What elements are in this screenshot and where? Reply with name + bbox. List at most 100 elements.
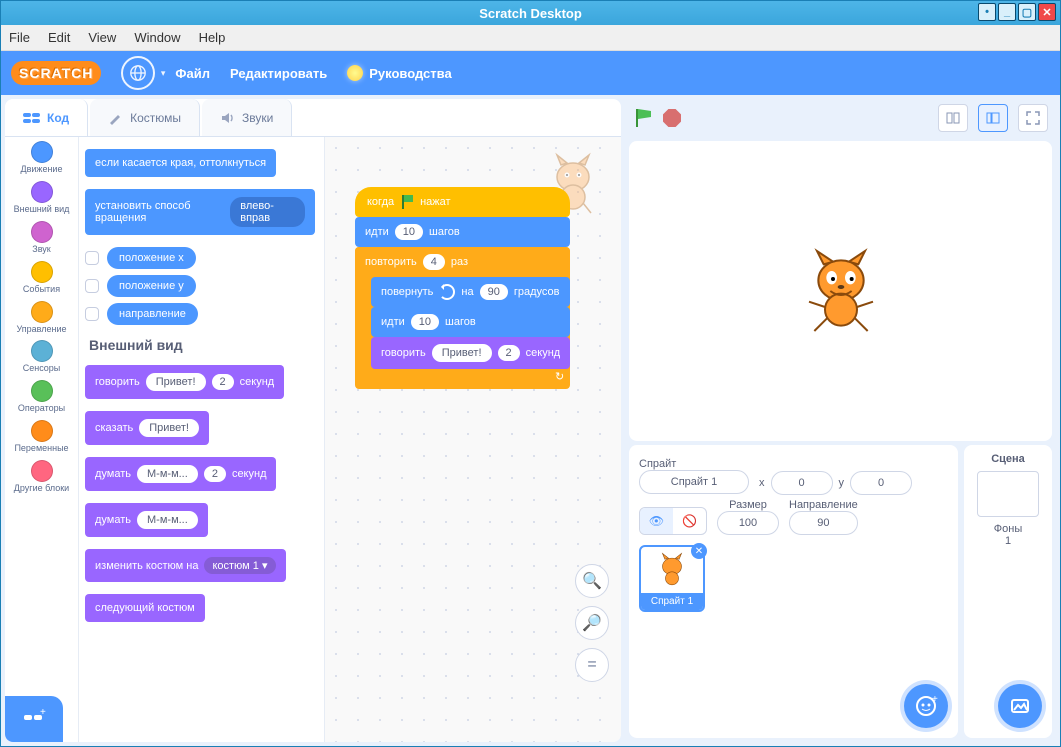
category-sensing[interactable]: Сенсоры: [5, 340, 78, 374]
block-think[interactable]: думать М-м-м...: [85, 503, 208, 537]
script-turn[interactable]: повернуть на 90 градусов: [371, 277, 570, 307]
add-extension-button[interactable]: +: [5, 696, 63, 742]
sprite-y-input[interactable]: 0: [850, 471, 912, 495]
rotation-style-dropdown[interactable]: влево-вправ: [230, 197, 305, 227]
lightbulb-icon: [347, 65, 363, 81]
category-sound[interactable]: Звук: [5, 221, 78, 255]
backdrop-count: 1: [968, 535, 1048, 547]
block-think-for[interactable]: думать М-м-м... 2 секунд: [85, 457, 276, 491]
block-next-costume[interactable]: следующий костюм: [85, 594, 205, 622]
globe-icon: [129, 64, 147, 82]
menu-file[interactable]: File: [9, 30, 30, 45]
zoom-reset-button[interactable]: =: [575, 648, 609, 682]
sprite-size-input[interactable]: 100: [717, 511, 779, 535]
block-bounce[interactable]: если касается края, оттолкнуться: [85, 149, 276, 177]
tab-code[interactable]: Код: [5, 99, 88, 136]
window-close-button[interactable]: ✕: [1038, 3, 1056, 21]
reporter-direction[interactable]: направление: [107, 303, 198, 325]
script-say[interactable]: говорить Привет! 2 секунд: [371, 337, 570, 369]
brush-icon: [108, 111, 124, 125]
script-canvas[interactable]: когда нажат идти 10 шагов повторить: [325, 137, 621, 742]
menu-window[interactable]: Window: [134, 30, 180, 45]
topbar-tutorials[interactable]: Руководства: [347, 65, 452, 81]
costume-dropdown[interactable]: костюм 1 ▾: [204, 557, 275, 574]
zoom-out-button[interactable]: 🔎: [575, 606, 609, 640]
show-sprite-button[interactable]: 👁: [640, 508, 673, 534]
fullscreen-button[interactable]: [1018, 104, 1048, 132]
window-maximize-button[interactable]: ▢: [1018, 3, 1036, 21]
stage-panel: Сцена Фоны 1: [964, 445, 1052, 738]
script-repeat[interactable]: повторить 4 раз повернуть на 90: [355, 247, 570, 389]
scene-title: Сцена: [968, 453, 1048, 465]
sprite-x-input[interactable]: 0: [771, 471, 833, 495]
category-variables[interactable]: Переменные: [5, 420, 78, 454]
reporter-x-position[interactable]: положение x: [107, 247, 196, 269]
repeat-arrow-icon: ↻: [555, 370, 564, 383]
window-minimize-button[interactable]: _: [998, 3, 1016, 21]
category-motion[interactable]: Движение: [5, 141, 78, 175]
tab-sounds[interactable]: Звуки: [202, 99, 292, 136]
stage-large-button[interactable]: [978, 104, 1008, 132]
cat-plus-icon: +: [914, 694, 938, 718]
editor-tabs: Код Костюмы Звуки: [5, 99, 621, 137]
sprite-name-input[interactable]: Спрайт 1: [639, 470, 749, 494]
svg-text:+: +: [40, 709, 46, 718]
script-move-2[interactable]: идти 10 шагов: [371, 307, 570, 337]
rotate-cw-icon: [439, 284, 455, 300]
block-palette[interactable]: если касается края, оттолкнуться установ…: [79, 137, 325, 742]
stage-controls: [625, 99, 1056, 137]
menu-help[interactable]: Help: [199, 30, 226, 45]
add-backdrop-button[interactable]: [998, 684, 1042, 728]
category-myblocks[interactable]: Другие блоки: [5, 460, 78, 494]
script-stack[interactable]: когда нажат идти 10 шагов повторить: [355, 187, 570, 389]
reporter-y-position[interactable]: положение y: [107, 275, 196, 297]
stage[interactable]: [629, 141, 1052, 441]
category-looks[interactable]: Внешний вид: [5, 181, 78, 215]
image-plus-icon: [1009, 695, 1031, 717]
block-categories: Движение Внешний вид Звук События Управл…: [5, 137, 79, 742]
window-titlebar: Scratch Desktop • _ ▢ ✕: [1, 1, 1060, 25]
zoom-in-button[interactable]: 🔍: [575, 564, 609, 598]
topbar-file[interactable]: Файл: [175, 66, 210, 81]
topbar-edit[interactable]: Редактировать: [230, 66, 327, 81]
stage-sprite-icon: [801, 248, 881, 334]
menubar: File Edit View Window Help: [1, 25, 1060, 51]
check-y-position[interactable]: [85, 279, 99, 293]
hide-sprite-button[interactable]: 🚫: [673, 508, 706, 534]
stage-thumbnail[interactable]: [977, 471, 1039, 517]
add-sprite-button[interactable]: +: [904, 684, 948, 728]
block-switch-costume[interactable]: изменить костюм на костюм 1 ▾: [85, 549, 286, 582]
delete-sprite-button[interactable]: ✕: [691, 543, 707, 559]
language-picker[interactable]: [121, 56, 155, 90]
hat-when-flag-clicked[interactable]: когда нажат: [355, 187, 570, 217]
svg-text:+: +: [932, 694, 938, 705]
green-flag-icon: [400, 195, 414, 209]
block-say[interactable]: сказать Привет!: [85, 411, 209, 445]
block-say-for[interactable]: говорить Привет! 2 секунд: [85, 365, 284, 399]
block-set-rotation[interactable]: установить способ вращения влево-вправ: [85, 189, 315, 235]
scratch-logo[interactable]: SCRATCH: [11, 61, 101, 85]
palette-section-looks: Внешний вид: [89, 337, 318, 353]
visibility-toggle[interactable]: 👁 🚫: [639, 507, 707, 535]
sprite-direction-input[interactable]: 90: [789, 511, 858, 535]
script-move-1[interactable]: идти 10 шагов: [355, 217, 570, 247]
sprite-name-label: Спрайт: [639, 458, 749, 470]
window-title: Scratch Desktop: [479, 6, 582, 21]
sprite-thumbnail[interactable]: ✕ Спрайт 1: [639, 545, 705, 612]
menu-edit[interactable]: Edit: [48, 30, 70, 45]
sound-icon: [220, 111, 236, 125]
check-direction[interactable]: [85, 307, 99, 321]
category-events[interactable]: События: [5, 261, 78, 295]
category-operators[interactable]: Операторы: [5, 380, 78, 414]
category-control[interactable]: Управление: [5, 301, 78, 335]
menu-view[interactable]: View: [88, 30, 116, 45]
app-topbar: SCRATCH Файл Редактировать Руководства: [1, 51, 1060, 95]
sprite-panel: Спрайт Спрайт 1 x 0 y 0 👁 �: [629, 445, 958, 738]
stage-small-button[interactable]: [938, 104, 968, 132]
stop-button[interactable]: [663, 109, 681, 127]
check-x-position[interactable]: [85, 251, 99, 265]
window-shade-button[interactable]: •: [978, 3, 996, 21]
tab-costumes[interactable]: Костюмы: [90, 99, 200, 136]
green-flag-button[interactable]: [633, 108, 653, 128]
extension-icon: +: [22, 709, 46, 729]
